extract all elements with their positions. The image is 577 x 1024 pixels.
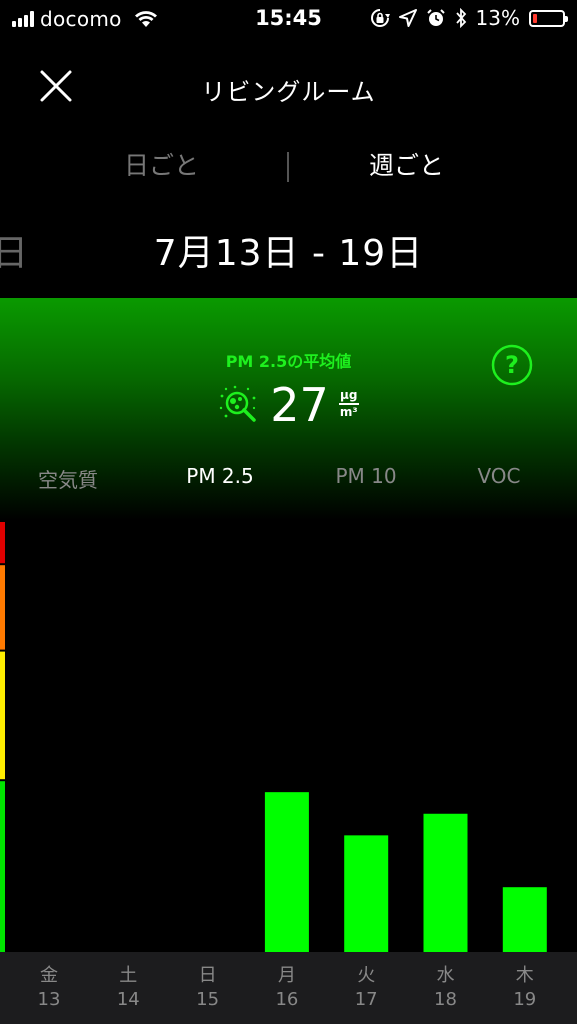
day-date: 13	[37, 989, 61, 1010]
day-weekday: 日	[198, 965, 217, 986]
date-range: 7月13日 - 19日	[153, 233, 424, 274]
bluetooth-icon	[455, 8, 466, 28]
day-label[interactable]: 日 15	[178, 964, 238, 1012]
day-date: 17	[354, 989, 378, 1010]
day-weekday: 水	[436, 965, 455, 986]
day-date: 18	[434, 989, 457, 1010]
summary-panel: PM 2.5の平均値 27 μg m³ ? 空気質 PM 2.5 PM 10 V…	[0, 298, 577, 952]
bar-火-17	[344, 835, 389, 952]
day-date: 15	[196, 989, 220, 1010]
day-weekday: 木	[515, 965, 534, 986]
unit-label: μg m³	[338, 388, 359, 419]
status-bar: docomo 15:45 13%	[0, 0, 577, 38]
day-date: 14	[116, 989, 140, 1010]
day-label[interactable]: 月 16	[257, 964, 317, 1012]
unit-top: μg	[340, 388, 358, 402]
period-tabs: 日ごと 週ごと	[0, 146, 577, 186]
battery-level-fill	[533, 13, 537, 23]
metric-tab-air-quality[interactable]: 空気質	[38, 464, 98, 493]
svg-text:?: ?	[505, 351, 519, 379]
alarm-icon	[426, 9, 445, 26]
day-weekday: 月	[277, 965, 296, 986]
page-title: リビングルーム	[201, 78, 376, 106]
severity-scale-segment	[0, 522, 5, 564]
day-axis: 金 13 土 14 日 15 月 16 火 17 水 18 木 19	[0, 952, 577, 1024]
average-value-row: 27 μg m³	[0, 378, 577, 432]
status-right: 13%	[370, 6, 568, 30]
metric-tab-pm10[interactable]: PM 10	[335, 464, 396, 488]
severity-scale-segment	[0, 781, 5, 952]
day-label[interactable]: 土 14	[98, 964, 158, 1012]
battery-percent: 13%	[475, 6, 520, 30]
day-weekday: 火	[357, 965, 376, 986]
day-weekday: 土	[119, 965, 138, 986]
bar-月-16	[264, 792, 309, 952]
location-icon	[398, 9, 417, 27]
orientation-lock-icon	[370, 9, 390, 27]
severity-scale-segment	[0, 651, 5, 780]
unit-bottom: m³	[339, 405, 358, 419]
tab-weekly[interactable]: 週ごと	[369, 146, 444, 182]
day-date: 16	[275, 989, 299, 1010]
average-value: 27	[270, 378, 329, 432]
particle-magnifier-icon	[220, 385, 256, 422]
tab-divider	[287, 152, 289, 182]
day-date: 19	[513, 989, 537, 1010]
metric-tab-pm25[interactable]: PM 2.5	[186, 464, 253, 488]
severity-scale-segment	[0, 565, 5, 650]
help-icon[interactable]: ?	[491, 344, 533, 386]
bar-水-18	[423, 813, 468, 952]
day-label[interactable]: 火 17	[336, 964, 396, 1012]
day-label[interactable]: 木 19	[495, 964, 555, 1012]
bar-木-19	[502, 887, 547, 952]
battery-icon	[529, 9, 568, 27]
metric-tab-voc[interactable]: VOC	[477, 464, 520, 488]
metric-tabs: 空気質 PM 2.5 PM 10 VOC	[0, 464, 577, 494]
day-label[interactable]: 金 13	[19, 964, 79, 1012]
tab-daily[interactable]: 日ごと	[124, 146, 199, 182]
day-weekday: 金	[40, 965, 58, 986]
day-label[interactable]: 水 18	[416, 964, 476, 1012]
